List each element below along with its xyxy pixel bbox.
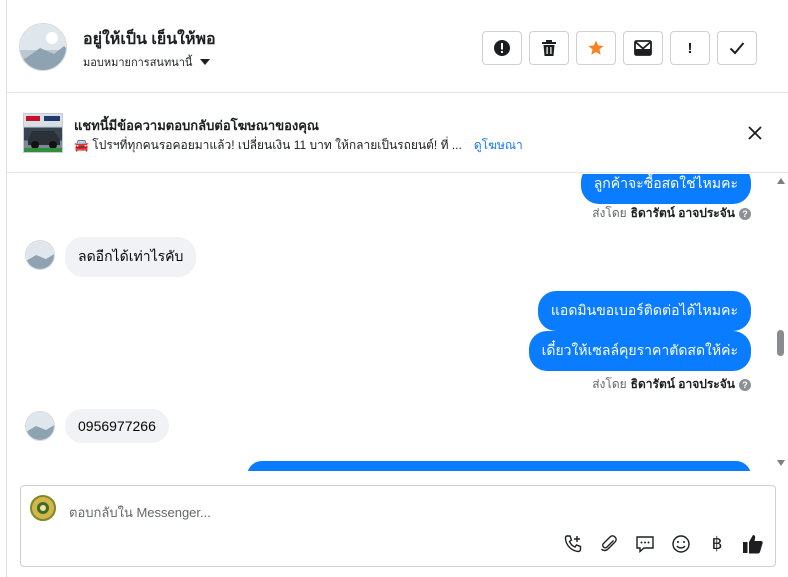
emoji-button[interactable] xyxy=(669,532,693,556)
view-ad-link[interactable]: ดูโฆษณา xyxy=(474,136,523,155)
spam-button[interactable] xyxy=(482,31,522,65)
scroll-up-arrow-icon[interactable] xyxy=(777,178,785,184)
scroll-down-arrow-icon[interactable] xyxy=(777,460,785,466)
composer-toolbar: ฿ xyxy=(561,532,765,556)
phone-plus-icon xyxy=(564,535,582,553)
chat-bubble-icon xyxy=(636,536,654,554)
star-button[interactable] xyxy=(576,31,616,65)
incoming-message[interactable]: ลดอีกได้เท่าไรคับ xyxy=(65,237,197,277)
thumbs-up-icon xyxy=(743,535,763,554)
ad-thumbnail[interactable] xyxy=(23,113,63,153)
saved-replies-button[interactable] xyxy=(633,532,657,556)
chevron-down-icon xyxy=(200,59,211,65)
star-icon xyxy=(588,40,604,55)
sender-name: ธิดารัตน์ อาจประจัน xyxy=(630,377,735,391)
outgoing-message[interactable]: แอดมินขอเบอร์ติดต่อได้ไหมคะ xyxy=(537,291,751,331)
ad-banner-text: 🚘 โปรฯที่ทุกคนรอคอยมาแล้ว! เปลี่ยนเงิน 1… xyxy=(74,136,523,155)
reply-input[interactable]: ตอบกลับใน Messenger... xyxy=(69,502,211,523)
scroll-thumb[interactable] xyxy=(777,330,784,356)
payment-button[interactable]: ฿ xyxy=(705,532,729,556)
assign-conversation-dropdown[interactable]: มอบหมายการสนทนานี้ xyxy=(83,53,211,71)
page-avatar xyxy=(30,495,56,521)
conversation-header: อยู่ให้เป็น เย็นให้พอ มอบหมายการสนทนานี้… xyxy=(7,0,788,93)
header-actions: ! xyxy=(482,31,757,65)
contact-avatar-small[interactable] xyxy=(25,411,55,441)
sent-by-prefix: ส่งโดย xyxy=(592,377,627,391)
baht-icon: ฿ xyxy=(711,534,723,553)
ad-banner-description: 🚘 โปรฯที่ทุกคนรอคอยมาแล้ว! เปลี่ยนเงิน 1… xyxy=(74,138,462,152)
message-thread[interactable]: ลูกค้าจะซื้อสดใช่ไหมคะ ส่งโดย ธิดารัตน์ … xyxy=(7,174,788,471)
mark-unread-button[interactable] xyxy=(623,31,663,65)
contact-name: อยู่ให้เป็น เย็นให้พอ xyxy=(83,31,216,48)
delete-button[interactable] xyxy=(529,31,569,65)
emoji-icon xyxy=(672,535,690,553)
sent-by-prefix: ส่งโดย xyxy=(592,206,627,220)
sent-by-line: ส่งโดย ธิดารัตน์ อาจประจัน ? xyxy=(592,375,751,394)
outgoing-message[interactable]: ลูกค้าจะซื้อสดใช่ไหมคะ xyxy=(580,174,751,204)
scrollbar[interactable] xyxy=(773,174,788,471)
like-button[interactable] xyxy=(741,532,765,556)
alert-circle-icon xyxy=(494,40,510,56)
contact-avatar[interactable] xyxy=(19,23,67,71)
ad-reply-banner: แชทนี้มีข้อความตอบกลับต่อโฆษณาของคุณ 🚘 โ… xyxy=(7,93,788,173)
conversation-panel: อยู่ให้เป็น เย็นให้พอ มอบหมายการสนทนานี้… xyxy=(6,0,788,577)
assign-label: มอบหมายการสนทนานี้ xyxy=(83,57,193,69)
close-icon xyxy=(748,126,762,140)
sent-by-line: ส่งโดย ธิดารัตน์ อาจประจัน ? xyxy=(592,204,751,223)
info-icon[interactable]: ? xyxy=(739,378,751,391)
trash-icon xyxy=(542,40,556,56)
incoming-message[interactable]: 0956977266 xyxy=(65,409,169,443)
follow-up-button[interactable]: ! xyxy=(670,31,710,65)
close-banner-button[interactable] xyxy=(745,123,765,143)
phone-plus-button[interactable] xyxy=(561,532,585,556)
info-icon[interactable]: ? xyxy=(739,207,751,220)
contact-avatar-small[interactable] xyxy=(25,240,55,270)
sender-name: ธิดารัตน์ อาจประจัน xyxy=(630,206,735,220)
outgoing-message-partial[interactable] xyxy=(247,461,751,471)
message-composer: ตอบกลับใน Messenger... ฿ xyxy=(20,485,776,567)
mark-done-button[interactable] xyxy=(717,31,757,65)
outgoing-message[interactable]: เดี๋ยวให้เซลล์คุยราคาตัดสดให้ค่ะ xyxy=(528,331,751,371)
checkmark-icon xyxy=(729,42,745,55)
ad-banner-title: แชทนี้มีข้อความตอบกลับต่อโฆษณาของคุณ xyxy=(74,118,319,133)
mark-unread-icon xyxy=(634,40,652,56)
attach-button[interactable] xyxy=(597,532,621,556)
exclamation-icon: ! xyxy=(687,39,693,57)
paperclip-icon xyxy=(600,535,617,552)
